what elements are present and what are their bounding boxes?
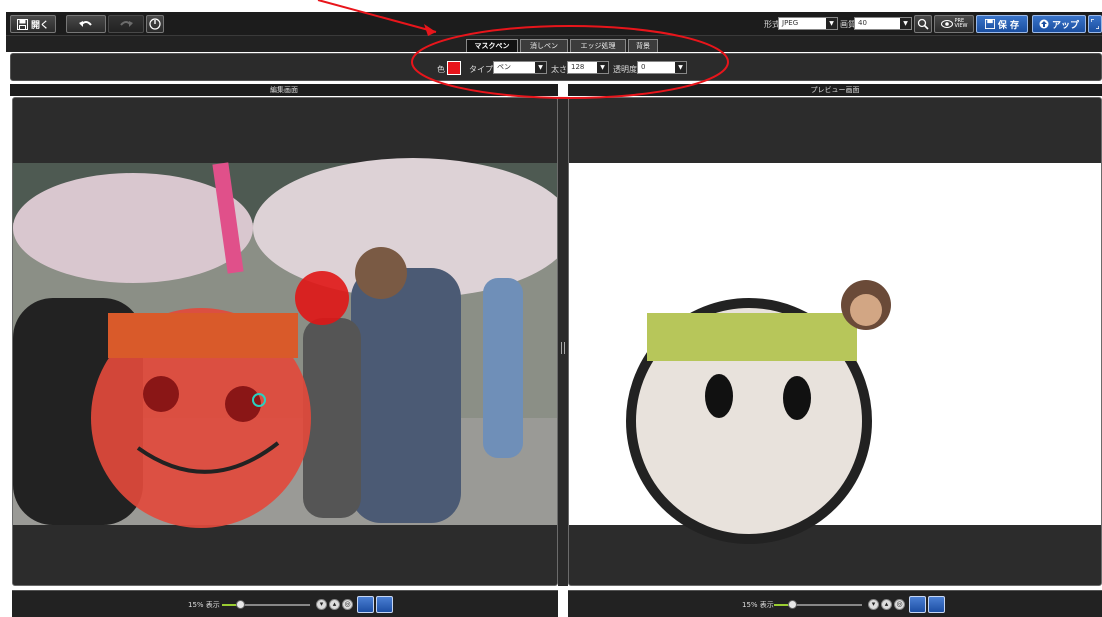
preview-pane-title: プレビュー画面 [568, 84, 1102, 96]
edit-zoom-knob[interactable] [235, 600, 245, 609]
format-value: JPEG [782, 19, 799, 27]
preview-left-eye [705, 374, 733, 418]
thickness-select[interactable]: 128 ▼ [567, 61, 609, 74]
power-icon [149, 18, 161, 30]
tab-edge[interactable]: エッジ処理 [570, 39, 626, 52]
mask-woman-face [295, 271, 349, 325]
preview-right-eye [783, 376, 811, 420]
preview-headband [647, 313, 857, 361]
edit-pane [12, 97, 558, 586]
format-select[interactable]: JPEG ▼ [778, 17, 838, 30]
preview-pane [568, 97, 1102, 586]
opacity-value: 0 [641, 63, 646, 71]
tool-options-bar: 色 タイプ ペン ▼ 太さ 128 ▼ 透明度 0 ▼ [10, 53, 1102, 81]
undo-button[interactable] [66, 15, 106, 33]
fit-icon[interactable] [909, 596, 926, 613]
save-button[interactable]: 保 存 [976, 15, 1028, 33]
preview-zoom-knob[interactable] [787, 600, 797, 609]
photo-woman [303, 318, 361, 518]
edit-zoom-label: 15% 表示 [188, 601, 220, 609]
photo-man [351, 268, 461, 523]
save-icon [984, 19, 995, 29]
move-icon[interactable] [376, 596, 393, 613]
zoom-in-icon[interactable]: ▴ [329, 599, 340, 610]
type-select[interactable]: ペン ▼ [493, 61, 547, 74]
tool-tabs-bar: マスクペン 消しペン エッジ処理 背景 [6, 36, 1102, 52]
preview-icon [940, 20, 953, 28]
pane-splitter[interactable] [558, 97, 568, 586]
chevron-down-icon: ▼ [900, 18, 911, 29]
edit-bottom-bar: 15% 表示 ▾ ▴ ◎ [12, 590, 558, 617]
chevron-down-icon: ▼ [597, 62, 608, 73]
open-button[interactable]: 開く [10, 15, 56, 33]
preview-bottom-bar: 15% 表示 ▾ ▴ ◎ [568, 590, 1102, 617]
thickness-value: 128 [571, 63, 585, 71]
top-toolbar: 開く 形式 JPEG ▼ 画質 40 ▼ PRE VIEW 保 存 アップ [6, 12, 1102, 36]
preview-label-bottom: VIEW [954, 23, 968, 29]
tab-mask-pen[interactable]: マスクペン [466, 39, 518, 52]
fullscreen-button[interactable] [1088, 15, 1102, 33]
quality-value: 40 [858, 19, 867, 27]
type-value: ペン [497, 63, 511, 71]
quality-select[interactable]: 40 ▼ [854, 17, 912, 30]
zoom-button[interactable] [914, 15, 932, 33]
save-icon [16, 18, 28, 30]
reset-icon[interactable]: ◎ [894, 599, 905, 610]
splitter-grip[interactable] [561, 342, 565, 354]
type-label: タイプ [469, 65, 493, 74]
open-button-label: 開く [30, 20, 49, 31]
move-icon[interactable] [928, 596, 945, 613]
fit-icon[interactable] [357, 596, 374, 613]
preview-label: PRE VIEW [955, 19, 968, 29]
preview-button[interactable]: PRE VIEW [934, 15, 974, 33]
color-label: 色 [437, 65, 445, 74]
undo-icon [79, 21, 92, 27]
mascot-headband [108, 313, 298, 358]
redo-icon [120, 21, 133, 27]
preview-canvas [569, 163, 1101, 544]
chevron-down-icon: ▼ [675, 62, 686, 73]
reset-icon[interactable]: ◎ [342, 599, 353, 610]
opacity-select[interactable]: 0 ▼ [637, 61, 687, 74]
chevron-down-icon: ▼ [535, 62, 546, 73]
zoom-out-icon[interactable]: ▾ [868, 599, 879, 610]
edit-pane-title: 編集画面 [10, 84, 558, 96]
preview-zoom-slider[interactable] [774, 600, 862, 609]
photo-girl [483, 278, 523, 458]
chevron-down-icon: ▼ [826, 18, 837, 29]
zoom-icon [917, 18, 929, 30]
preview-zoom-label: 15% 表示 [742, 601, 774, 609]
edit-zoom-slider[interactable] [222, 600, 310, 609]
photo-man-head [355, 247, 407, 299]
power-button[interactable] [146, 15, 164, 33]
upload-button[interactable]: アップ [1032, 15, 1086, 33]
upload-button-label: アップ [1051, 20, 1079, 31]
edit-canvas[interactable] [13, 98, 558, 586]
tab-erase-pen[interactable]: 消しペン [520, 39, 568, 52]
zoom-in-icon[interactable]: ▴ [881, 599, 892, 610]
opacity-label: 透明度 [613, 65, 637, 74]
fullscreen-icon [1091, 19, 1099, 29]
redo-button[interactable] [108, 15, 144, 33]
image-editor-app: 開く 形式 JPEG ▼ 画質 40 ▼ PRE VIEW 保 存 アップ マス… [0, 0, 1102, 617]
mascot-left-eye [143, 376, 179, 412]
thickness-label: 太さ [551, 65, 567, 74]
preview-woman-skin [850, 294, 882, 326]
save-button-label: 保 存 [997, 20, 1020, 31]
color-swatch[interactable] [447, 61, 461, 75]
tab-background[interactable]: 背景 [628, 39, 658, 52]
upload-icon [1039, 19, 1049, 29]
zoom-out-icon[interactable]: ▾ [316, 599, 327, 610]
